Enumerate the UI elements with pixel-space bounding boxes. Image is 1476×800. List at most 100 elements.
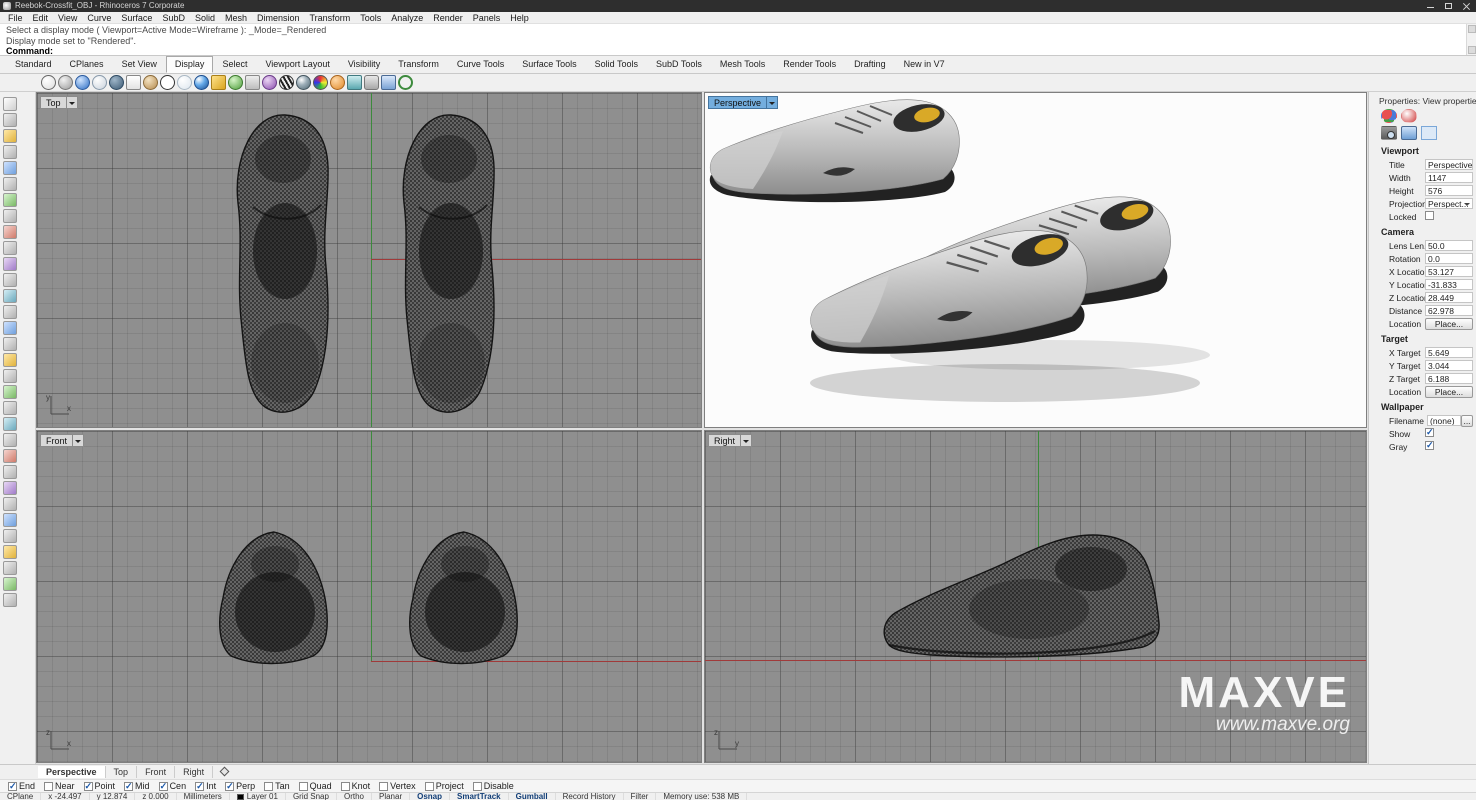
osnap-project[interactable]: Project [425, 781, 464, 791]
menu-item[interactable]: Edit [28, 13, 54, 23]
viewport-properties-icon[interactable] [1381, 126, 1397, 140]
osnap-mid[interactable]: Mid [124, 781, 150, 791]
artistic-mode-icon[interactable] [143, 75, 158, 90]
fillet-icon[interactable] [3, 449, 17, 463]
osnap-end[interactable]: End [8, 781, 35, 791]
trim-icon[interactable] [3, 481, 17, 495]
cplane-button[interactable]: CPlane [0, 793, 41, 800]
osnap-checkbox[interactable] [264, 782, 273, 791]
grid-snap-toggle[interactable]: Grid Snap [286, 793, 337, 800]
rendered-shoe[interactable] [710, 100, 960, 202]
toolbar-tab[interactable]: CPlanes [61, 56, 113, 73]
viewport-width-field[interactable]: 1147 [1425, 172, 1473, 183]
edge-analysis-icon[interactable] [347, 75, 362, 90]
polyline-icon[interactable] [3, 177, 17, 191]
menu-item[interactable]: Transform [305, 13, 356, 23]
property-value-field[interactable]: 3.044 [1425, 360, 1473, 371]
loft-icon[interactable] [3, 337, 17, 351]
viewport-tab-top[interactable]: Top [106, 766, 138, 778]
shoe-wireframe-right[interactable] [403, 115, 494, 412]
osnap-checkbox[interactable] [379, 782, 388, 791]
flat-shade-icon[interactable] [211, 75, 226, 90]
menu-item[interactable]: Render [428, 13, 468, 23]
toolbar-tab[interactable]: Drafting [845, 56, 895, 73]
viewport-front[interactable]: Front z x [36, 430, 702, 763]
ghosted-mode-icon[interactable] [92, 75, 107, 90]
offset-curve-icon[interactable] [3, 305, 17, 319]
property-value-field[interactable]: 62.978 [1425, 305, 1473, 316]
top-viewport-canvas[interactable] [37, 93, 702, 428]
toolbar-tab[interactable]: Transform [389, 56, 448, 73]
raytraced-mode-icon[interactable] [194, 75, 209, 90]
menu-item[interactable]: File [3, 13, 28, 23]
toolbar-tab[interactable]: Surface Tools [513, 56, 585, 73]
cylinder-icon[interactable] [3, 417, 17, 431]
viewport-right-header[interactable]: Right [708, 434, 752, 447]
toolbar-tab[interactable]: Visibility [339, 56, 389, 73]
rendered-mode-icon[interactable] [75, 75, 90, 90]
projection-select[interactable]: Perspect... [1425, 198, 1473, 209]
viewport-perspective[interactable]: Perspective [704, 92, 1367, 428]
copy-icon[interactable] [3, 561, 17, 575]
minimize-button[interactable] [1422, 0, 1440, 12]
property-value-field[interactable]: -31.833 [1425, 279, 1473, 290]
boolean-icon[interactable] [3, 433, 17, 447]
osnap-point[interactable]: Point [84, 781, 116, 791]
capture-viewport-icon[interactable] [364, 75, 379, 90]
menu-item[interactable]: Tools [355, 13, 386, 23]
scroll-down-icon[interactable] [1468, 46, 1476, 54]
shoe-wireframe-left[interactable] [237, 115, 328, 412]
smarttrack-toggle[interactable]: SmartTrack [450, 793, 509, 800]
viewport-front-header[interactable]: Front [40, 434, 84, 447]
curve-icon[interactable] [3, 193, 17, 207]
toolbar-tab[interactable]: Mesh Tools [711, 56, 774, 73]
toolbar-tab[interactable]: Display [166, 56, 214, 73]
shoe-wireframe-front-left[interactable] [220, 532, 328, 664]
explode-icon[interactable] [3, 529, 17, 543]
shaded-mode-icon[interactable] [58, 75, 73, 90]
osnap-checkbox[interactable] [425, 782, 434, 791]
point-icon[interactable] [3, 129, 17, 143]
viewport-right-label[interactable]: Right [708, 434, 741, 447]
osnap-checkbox[interactable] [195, 782, 204, 791]
environment-map-icon[interactable] [296, 75, 311, 90]
select-icon[interactable] [3, 97, 17, 111]
viewport-front-menu-icon[interactable] [73, 434, 84, 447]
property-value-field[interactable]: 0.0 [1425, 253, 1473, 264]
ellipse-icon[interactable] [3, 289, 17, 303]
osnap-vertex[interactable]: Vertex [379, 781, 416, 791]
viewport-front-label[interactable]: Front [40, 434, 73, 447]
viewport-top-menu-icon[interactable] [67, 96, 78, 109]
target-place-button[interactable]: Place... [1425, 386, 1473, 398]
material-properties-icon[interactable] [1401, 109, 1417, 123]
xray-mode-icon[interactable] [109, 75, 124, 90]
display-options-icon[interactable] [245, 75, 260, 90]
perspective-viewport-canvas[interactable] [705, 93, 1367, 428]
locked-checkbox[interactable] [1425, 211, 1434, 220]
osnap-disable[interactable]: Disable [473, 781, 514, 791]
move-icon[interactable] [3, 545, 17, 559]
select-brush-icon[interactable] [3, 113, 17, 127]
refresh-display-icon[interactable] [398, 75, 413, 90]
osnap-checkbox[interactable] [299, 782, 308, 791]
menu-item[interactable]: SubD [157, 13, 190, 23]
osnap-checkbox[interactable] [473, 782, 482, 791]
pointcloud-icon[interactable] [3, 145, 17, 159]
toolbar-tab[interactable]: Standard [6, 56, 61, 73]
shoe-wireframe-side[interactable] [884, 535, 1159, 657]
circle-icon[interactable] [3, 225, 17, 239]
osnap-int[interactable]: Int [195, 781, 216, 791]
osnap-cen[interactable]: Cen [159, 781, 187, 791]
viewport-top-header[interactable]: Top [40, 96, 78, 109]
property-value-field[interactable]: 53.127 [1425, 266, 1473, 277]
join-icon[interactable] [3, 513, 17, 527]
toolbar-tab[interactable]: Select [213, 56, 256, 73]
extrude-icon[interactable] [3, 353, 17, 367]
viewport-right-menu-icon[interactable] [741, 434, 752, 447]
menu-item[interactable]: Mesh [220, 13, 252, 23]
sphere-icon[interactable] [3, 401, 17, 415]
osnap-perp[interactable]: Perp [225, 781, 255, 791]
viewport-tab-right[interactable]: Right [175, 766, 213, 778]
toolbar-tab[interactable]: Render Tools [774, 56, 845, 73]
menu-item[interactable]: Panels [468, 13, 506, 23]
